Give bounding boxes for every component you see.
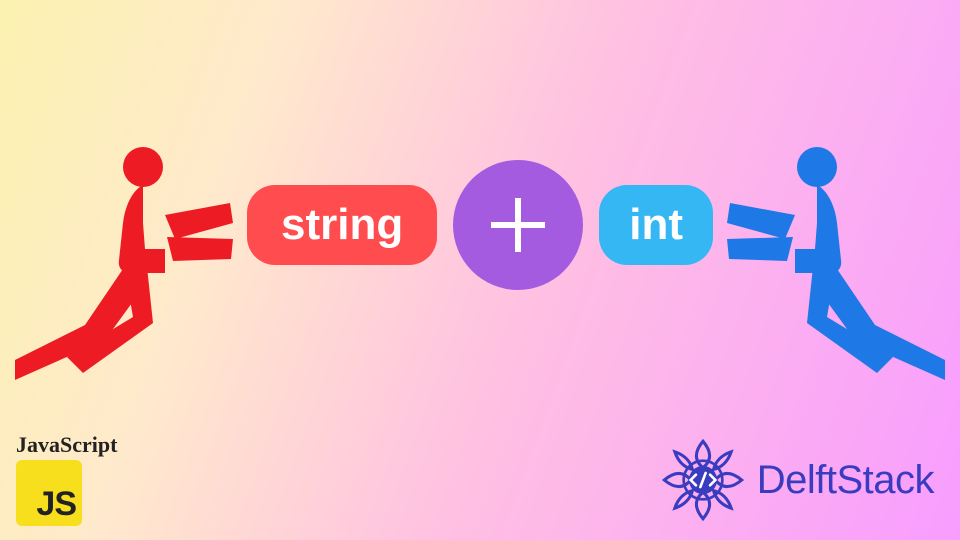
javascript-label: JavaScript	[16, 432, 117, 458]
javascript-logo-icon: JS	[16, 460, 82, 526]
pushing-figure-left	[15, 145, 240, 380]
javascript-logo-text: JS	[36, 485, 76, 524]
javascript-badge: JavaScript JS	[16, 432, 117, 526]
concat-expression: string int	[247, 160, 713, 290]
plus-operator	[453, 160, 583, 290]
delftstack-brand: DelftStack	[659, 436, 934, 524]
string-pill: string	[247, 185, 437, 265]
delftstack-mandala-icon	[659, 436, 747, 524]
int-pill: int	[599, 185, 713, 265]
pushing-figure-right	[720, 145, 945, 380]
delftstack-text: DelftStack	[757, 458, 934, 503]
